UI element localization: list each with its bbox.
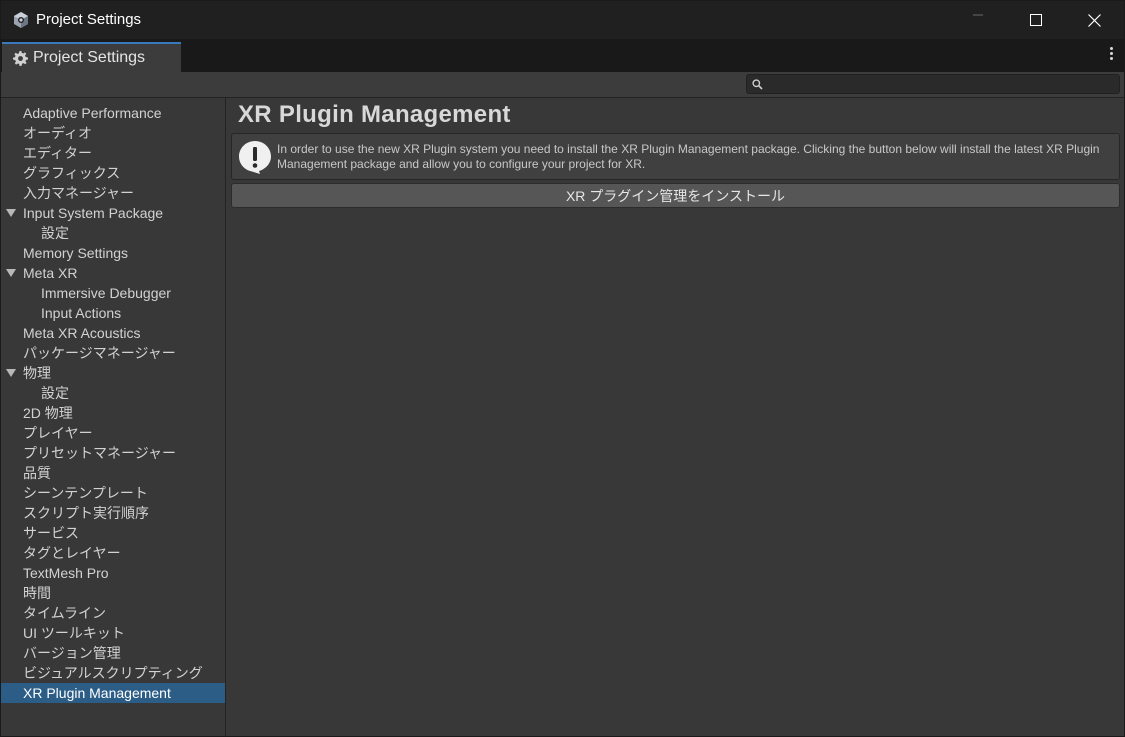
maximize-button[interactable] bbox=[1007, 1, 1065, 39]
sidebar-item-scene-template[interactable]: シーンテンプレート bbox=[1, 483, 225, 503]
sidebar-item-physics[interactable]: 物理 bbox=[1, 363, 225, 383]
sidebar-item-meta-xr-acoustics[interactable]: Meta XR Acoustics bbox=[1, 323, 225, 343]
toolbar bbox=[1, 72, 1124, 98]
sidebar-item-time[interactable]: 時間 bbox=[1, 583, 225, 603]
settings-content: XR Plugin Management In order to use the… bbox=[227, 98, 1124, 736]
sidebar-item-player[interactable]: プレイヤー bbox=[1, 423, 225, 443]
sidebar-item-tags-and-layers[interactable]: タグとレイヤー bbox=[1, 543, 225, 563]
more-options-icon[interactable] bbox=[1108, 47, 1114, 63]
help-message: In order to use the new XR Plugin system… bbox=[277, 142, 1100, 171]
sidebar-item-physics-2d[interactable]: 2D 物理 bbox=[1, 403, 225, 423]
sidebar-item-timeline[interactable]: タイムライン bbox=[1, 603, 225, 623]
sidebar-item-physics-settings[interactable]: 設定 bbox=[1, 383, 225, 403]
sidebar-item-audio[interactable]: オーディオ bbox=[1, 123, 225, 143]
sidebar-item-editor[interactable]: エディター bbox=[1, 143, 225, 163]
help-box: In order to use the new XR Plugin system… bbox=[231, 133, 1120, 180]
sidebar-item-textmesh-pro[interactable]: TextMesh Pro bbox=[1, 563, 225, 583]
page-title: XR Plugin Management bbox=[238, 101, 511, 128]
sidebar-item-preset-manager[interactable]: プリセットマネージャー bbox=[1, 443, 225, 463]
sidebar-item-input-system-settings[interactable]: 設定 bbox=[1, 223, 225, 243]
tab-strip: Project Settings bbox=[1, 39, 1124, 72]
tab-label: Project Settings bbox=[33, 49, 146, 66]
warning-icon bbox=[239, 141, 271, 174]
sidebar-item-graphics[interactable]: グラフィックス bbox=[1, 163, 225, 183]
sidebar-item-immersive-debugger[interactable]: Immersive Debugger bbox=[1, 283, 225, 303]
window-title: Project Settings bbox=[36, 11, 142, 28]
close-icon bbox=[1087, 13, 1101, 27]
sidebar-item-adaptive-performance[interactable]: Adaptive Performance bbox=[1, 103, 225, 123]
project-settings-window: Project Settings Project Settings Adapti… bbox=[0, 0, 1125, 737]
maximize-icon bbox=[1030, 14, 1042, 26]
settings-sidebar: Adaptive Performance オーディオ エディター グラフィックス… bbox=[1, 98, 226, 736]
gear-icon bbox=[13, 50, 28, 66]
sidebar-item-package-manager[interactable]: パッケージマネージャー bbox=[1, 343, 225, 363]
sidebar-item-xr-plugin-management[interactable]: XR Plugin Management bbox=[1, 683, 225, 703]
sidebar-item-input-manager[interactable]: 入力マネージャー bbox=[1, 183, 225, 203]
unity-cube-icon bbox=[14, 12, 28, 28]
sidebar-item-quality[interactable]: 品質 bbox=[1, 463, 225, 483]
tab-project-settings[interactable]: Project Settings bbox=[2, 42, 181, 72]
title-bar[interactable]: Project Settings bbox=[1, 1, 1124, 39]
sidebar-item-script-execution-order[interactable]: スクリプト実行順序 bbox=[1, 503, 225, 523]
expand-arrow-icon[interactable] bbox=[6, 369, 16, 377]
sidebar-item-meta-xr[interactable]: Meta XR bbox=[1, 263, 225, 283]
sidebar-item-memory-settings[interactable]: Memory Settings bbox=[1, 243, 225, 263]
close-button[interactable] bbox=[1065, 1, 1123, 39]
sidebar-item-input-actions[interactable]: Input Actions bbox=[1, 303, 225, 323]
expand-arrow-icon[interactable] bbox=[6, 269, 16, 277]
expand-arrow-icon[interactable] bbox=[6, 209, 16, 217]
minimize-icon bbox=[973, 14, 983, 16]
sidebar-item-input-system-package[interactable]: Input System Package bbox=[1, 203, 225, 223]
install-xr-plugin-management-button[interactable]: XR プラグイン管理をインストール bbox=[231, 183, 1120, 208]
sidebar-item-visual-scripting[interactable]: ビジュアルスクリプティング bbox=[1, 663, 225, 683]
search-input[interactable] bbox=[767, 75, 1112, 93]
sidebar-item-ui-toolkit[interactable]: UI ツールキット bbox=[1, 623, 225, 643]
search-icon bbox=[752, 79, 763, 90]
search-field[interactable] bbox=[746, 74, 1120, 94]
sidebar-item-services[interactable]: サービス bbox=[1, 523, 225, 543]
sidebar-item-version-control[interactable]: バージョン管理 bbox=[1, 643, 225, 663]
minimize-button[interactable] bbox=[949, 1, 1007, 39]
